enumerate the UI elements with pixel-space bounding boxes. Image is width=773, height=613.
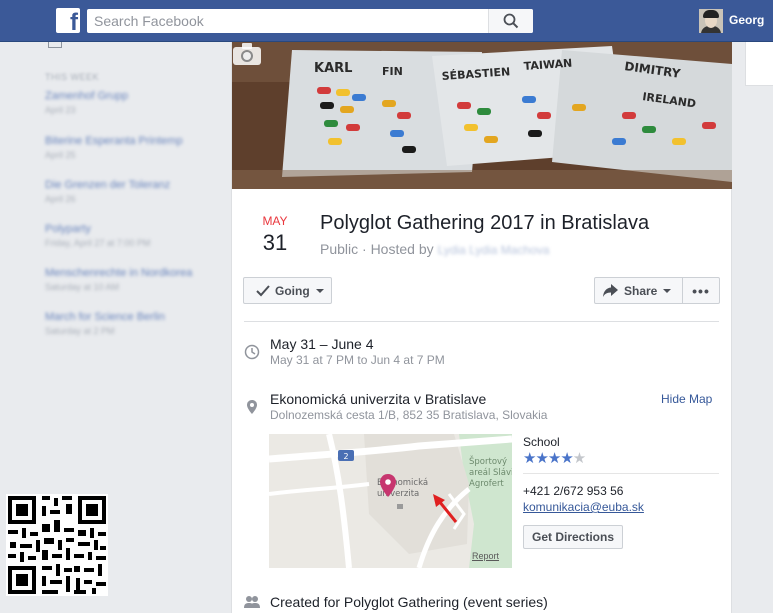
sidebar-event-item[interactable]: March for Science Berlin Saturday at 2 PM — [45, 311, 165, 336]
sidebar-event-item[interactable]: Menschenrechte in Nordkorea Saturday at 1… — [45, 267, 192, 292]
svg-text:FIN: FIN — [382, 65, 403, 78]
svg-text:KARL: KARL — [314, 61, 352, 76]
share-icon — [603, 284, 618, 297]
right-column-card — [745, 42, 773, 86]
svg-text:areál Slávi: areál Slávi — [469, 468, 512, 478]
event-date-range: May 31 – June 4 — [270, 336, 374, 352]
event-title: Polyglot Gathering 2017 in Bratislava — [320, 212, 650, 234]
place-phone: +421 2/672 953 56 — [523, 484, 624, 498]
event-cover-photo: KARL FIN SÉBASTIEN TAIWAN DIMITRY IRELAN… — [232, 42, 732, 189]
location-map[interactable]: 2 Ekonomická univerzita Športový areál S… — [269, 434, 512, 568]
svg-text:Športový: Športový — [469, 455, 507, 467]
group-icon — [244, 596, 260, 608]
place-email-link[interactable]: komunikacia@euba.sk — [523, 500, 644, 514]
going-button[interactable]: Going — [243, 277, 332, 304]
get-directions-button[interactable]: Get Directions — [523, 525, 624, 549]
location-pin-icon — [247, 400, 257, 414]
divider — [244, 321, 719, 322]
place-type: School — [523, 435, 560, 449]
svg-text:2: 2 — [343, 452, 348, 461]
share-button[interactable]: Share — [594, 277, 683, 304]
event-date-box: MAY 31 — [260, 214, 290, 256]
svg-text:Agrofert: Agrofert — [469, 479, 504, 489]
event-card: KARL FIN SÉBASTIEN TAIWAN DIMITRY IRELAN… — [231, 42, 732, 613]
more-options-button[interactable]: ••• — [682, 277, 720, 304]
sidebar-event-item[interactable]: Polyparty Friday, April 27 at 7:00 PM — [45, 223, 150, 248]
search-icon — [503, 13, 519, 29]
sidebar-event-item[interactable]: Biterine Esperanta Printemp April 25 — [45, 135, 183, 160]
event-date-detail: May 31 at 7 PM to Jun 4 at 7 PM — [270, 353, 445, 367]
map-report-link[interactable]: Report — [472, 551, 499, 561]
divider — [523, 473, 719, 474]
top-bar: f Georg — [0, 0, 773, 42]
host-link[interactable]: Lydia Lydia Machova — [438, 243, 550, 257]
checkbox-icon — [48, 42, 62, 48]
checkmark-icon — [256, 284, 270, 296]
hide-map-link[interactable]: Hide Map — [661, 392, 712, 406]
sidebar-event-item[interactable]: Die Grenzen der Toleranz April 26 — [45, 179, 170, 204]
sidebar-event-item[interactable]: Zamenhof Grupp April 23 — [45, 90, 128, 115]
caret-down-icon — [663, 288, 672, 293]
location-name[interactable]: Ekonomická univerzita v Bratislave — [270, 391, 486, 407]
rating-stars-icon: ★★★★★ — [523, 450, 586, 467]
event-month: MAY — [262, 214, 288, 228]
clock-icon — [244, 344, 260, 360]
event-series-link[interactable]: Created for Polyglot Gathering (event se… — [270, 594, 548, 610]
location-address: Dolnozemská cesta 1/B, 852 35 Bratislava… — [270, 408, 548, 422]
sidebar-header: THIS WEEK — [45, 72, 100, 82]
camera-icon[interactable] — [232, 42, 262, 66]
event-day: 31 — [262, 230, 288, 255]
avatar[interactable] — [699, 9, 723, 33]
username[interactable]: Georg — [729, 13, 764, 27]
search-button[interactable] — [488, 9, 533, 33]
facebook-logo-icon[interactable]: f — [56, 8, 80, 33]
search-bar — [87, 9, 533, 33]
caret-down-icon — [315, 288, 324, 293]
qr-code — [6, 494, 108, 596]
event-subtitle: Public · Hosted by Lydia Lydia Machova — [320, 241, 550, 257]
search-input[interactable] — [87, 9, 487, 33]
